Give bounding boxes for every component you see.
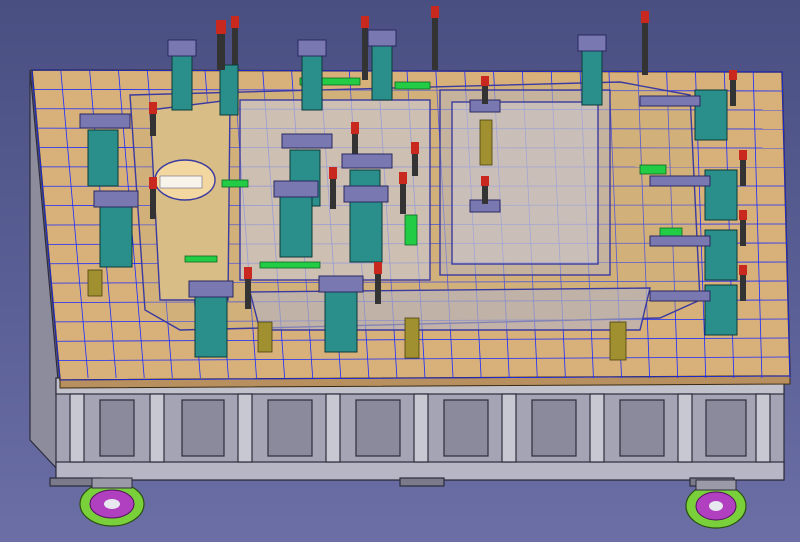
clamp-handle-bar[interactable] [245,275,251,309]
clamp-body [324,289,358,353]
clamp-handle-bar[interactable] [740,216,746,246]
clamp-arm [297,39,327,57]
clamp-arm [649,175,711,187]
clamp-handle-bar[interactable] [330,175,336,209]
3d-viewport[interactable] [0,0,800,542]
clamp-handle-grip[interactable] [481,76,489,86]
clamp-handle-bar[interactable] [375,270,381,304]
clamp-handle-grip[interactable] [216,20,226,34]
clamp-handle-grip[interactable] [374,262,382,274]
clamp-arm [93,190,139,208]
clamp-handle-grip[interactable] [329,167,337,179]
clamp-arm [188,280,234,298]
clamp-body [581,49,603,106]
clamp-handle-grip[interactable] [739,150,747,160]
clamp-body [194,294,228,358]
clamp-body [219,64,239,116]
clamp-handle-grip[interactable] [729,70,737,80]
clamp-handle-grip[interactable] [361,16,369,28]
clamp-handle-bar[interactable] [432,10,438,70]
clamp-arm [167,39,197,57]
clamp-handle-bar[interactable] [400,180,406,214]
clamp-handle-grip[interactable] [481,176,489,186]
clamp-body [371,44,393,101]
clamp-arm [318,275,364,293]
clamp-handle-grip[interactable] [244,267,252,279]
caster-front-right [685,479,747,529]
clamp-handle-bar[interactable] [740,271,746,301]
clamp-arm [341,153,393,169]
clamp-handle-grip[interactable] [739,210,747,220]
clamp-handle-bar[interactable] [730,76,736,106]
clamp-handle-bar[interactable] [642,15,648,75]
clamp-arm [367,29,397,47]
clamp-arm [273,180,319,198]
clamp-handle-grip[interactable] [641,11,649,23]
clamp-arm [281,133,333,149]
clamp-handle-grip[interactable] [351,122,359,134]
clamp-handle-grip[interactable] [149,102,157,114]
clamp-arm [639,95,701,107]
clamp-handle-grip[interactable] [739,265,747,275]
clamp-handle-grip[interactable] [231,16,239,28]
clamp-arm [79,113,131,129]
clamp-arm [343,185,389,203]
clamp-handle-bar[interactable] [740,156,746,186]
clamp-body [349,199,383,263]
clamp-arm [649,235,711,247]
clamp-arm [649,290,711,302]
clamp-body [279,194,313,258]
fixture-model-canvas[interactable] [0,0,800,542]
clamp-handle-bar[interactable] [150,185,156,219]
clamp-body [171,54,193,111]
clamp-handle-grip[interactable] [431,6,439,18]
clamp-handle-grip[interactable] [411,142,419,154]
clamp-handle-grip[interactable] [149,177,157,189]
clamp-handle-bar[interactable] [217,30,225,70]
part-label-patch [159,175,203,189]
clamp-handle-bar[interactable] [362,20,368,80]
clamp-handle-grip[interactable] [399,172,407,184]
clamp-body [99,204,133,268]
clamp-body [87,129,119,187]
clamp-arm [577,34,607,52]
clamp-body [301,54,323,111]
